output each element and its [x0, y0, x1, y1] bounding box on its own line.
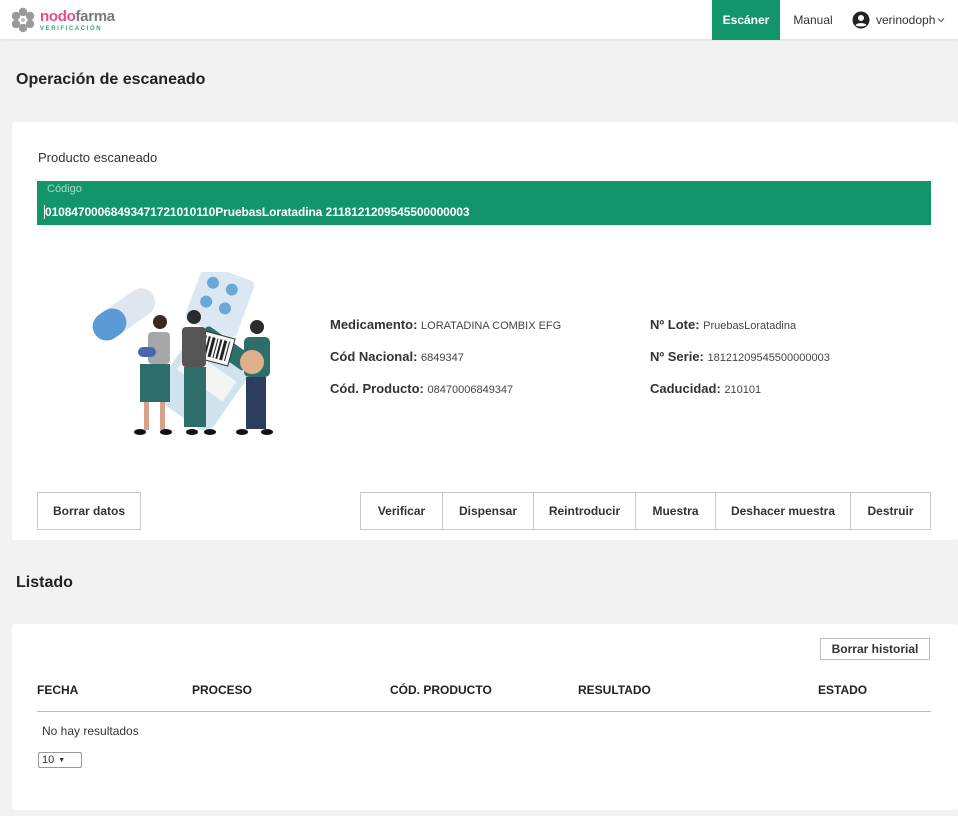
dropdown-arrow-icon: ▼ [58, 756, 66, 764]
nav-scanner-label: Escáner [722, 13, 770, 27]
nav-manual-label: Manual [793, 13, 833, 27]
clear-data-button[interactable]: Borrar datos [37, 492, 141, 530]
logo-subtitle: VERIFICACIÓN [40, 25, 103, 32]
column-header-proceso[interactable]: PROCESO [192, 683, 252, 697]
page-size-value: 10 [42, 754, 55, 766]
lote-row: Nº Lote: PruebasLoratadina [650, 317, 796, 332]
medicamento-label: Medicamento: [330, 317, 418, 332]
caducidad-row: Caducidad: 210101 [650, 381, 761, 396]
code-value: 01084700068493471721010110PruebasLoratad… [45, 205, 470, 219]
header-divider [37, 711, 931, 712]
chevron-down-icon [938, 18, 945, 23]
verify-button[interactable]: Verificar [360, 492, 443, 530]
cod-producto-label: Cód. Producto: [330, 381, 424, 396]
clear-history-button[interactable]: Borrar historial [820, 638, 930, 660]
undo-sample-button[interactable]: Deshacer muestra [715, 492, 851, 530]
column-header-estado[interactable]: ESTADO [818, 683, 867, 697]
medicamento-value: LORATADINA COMBIX EFG [421, 320, 562, 332]
code-label: Código [47, 183, 82, 195]
logo[interactable]: nodofarma VERIFICACIÓN [10, 6, 115, 34]
serie-value: 18121209545500000003 [707, 352, 830, 364]
cod-nacional-row: Cód Nacional: 6849347 [330, 349, 464, 364]
caducidad-label: Caducidad: [650, 381, 721, 396]
column-header-cod-producto[interactable]: CÓD. PRODUCTO [390, 683, 492, 697]
page-title: Operación de escaneado [16, 71, 206, 88]
caducidad-value: 210101 [724, 384, 762, 396]
destroy-button[interactable]: Destruir [850, 492, 931, 530]
code-input-field[interactable]: Código 01084700068493471721010110Pruebas… [37, 181, 931, 225]
logo-name: nodofarma [40, 7, 115, 25]
page-size-select[interactable]: 10 ▼ [38, 752, 82, 768]
cod-producto-row: Cód. Producto: 08470006849347 [330, 381, 513, 396]
history-card: Borrar historial FECHA PROCESO CÓD. PROD… [12, 624, 958, 810]
dispense-button[interactable]: Dispensar [442, 492, 534, 530]
sample-button[interactable]: Muestra [635, 492, 716, 530]
list-title: Listado [16, 574, 73, 591]
empty-results-message: No hay resultados [42, 724, 139, 738]
nav-manual-tab[interactable]: Manual [790, 0, 836, 40]
user-account-icon [852, 11, 870, 29]
serie-row: Nº Serie: 18121209545500000003 [650, 349, 830, 364]
logo-flower-icon [11, 7, 35, 33]
column-header-resultado[interactable]: RESULTADO [578, 683, 651, 697]
cod-nacional-label: Cód Nacional: [330, 349, 418, 364]
action-button-group: Verificar Dispensar Reintroducir Muestra… [360, 492, 931, 530]
user-name: verinodoph [876, 13, 936, 27]
lote-value: PruebasLoratadina [703, 320, 797, 332]
reintroduce-button[interactable]: Reintroducir [533, 492, 636, 530]
medicamento-row: Medicamento: LORATADINA COMBIX EFG [330, 317, 561, 332]
medicine-people-illustration [92, 272, 273, 435]
nav-scanner-tab[interactable]: Escáner [712, 0, 780, 40]
user-menu[interactable]: verinodoph [852, 0, 952, 40]
serie-label: Nº Serie: [650, 349, 704, 364]
cod-producto-value: 08470006849347 [427, 384, 514, 396]
top-navbar: nodofarma VERIFICACIÓN Escáner Manual ve… [0, 0, 958, 40]
scanned-product-heading: Producto escaneado [38, 150, 158, 165]
scan-card: Producto escaneado Código 01084700068493… [12, 122, 958, 540]
lote-label: Nº Lote: [650, 317, 700, 332]
column-header-fecha[interactable]: FECHA [37, 683, 78, 697]
cod-nacional-value: 6849347 [421, 352, 464, 364]
